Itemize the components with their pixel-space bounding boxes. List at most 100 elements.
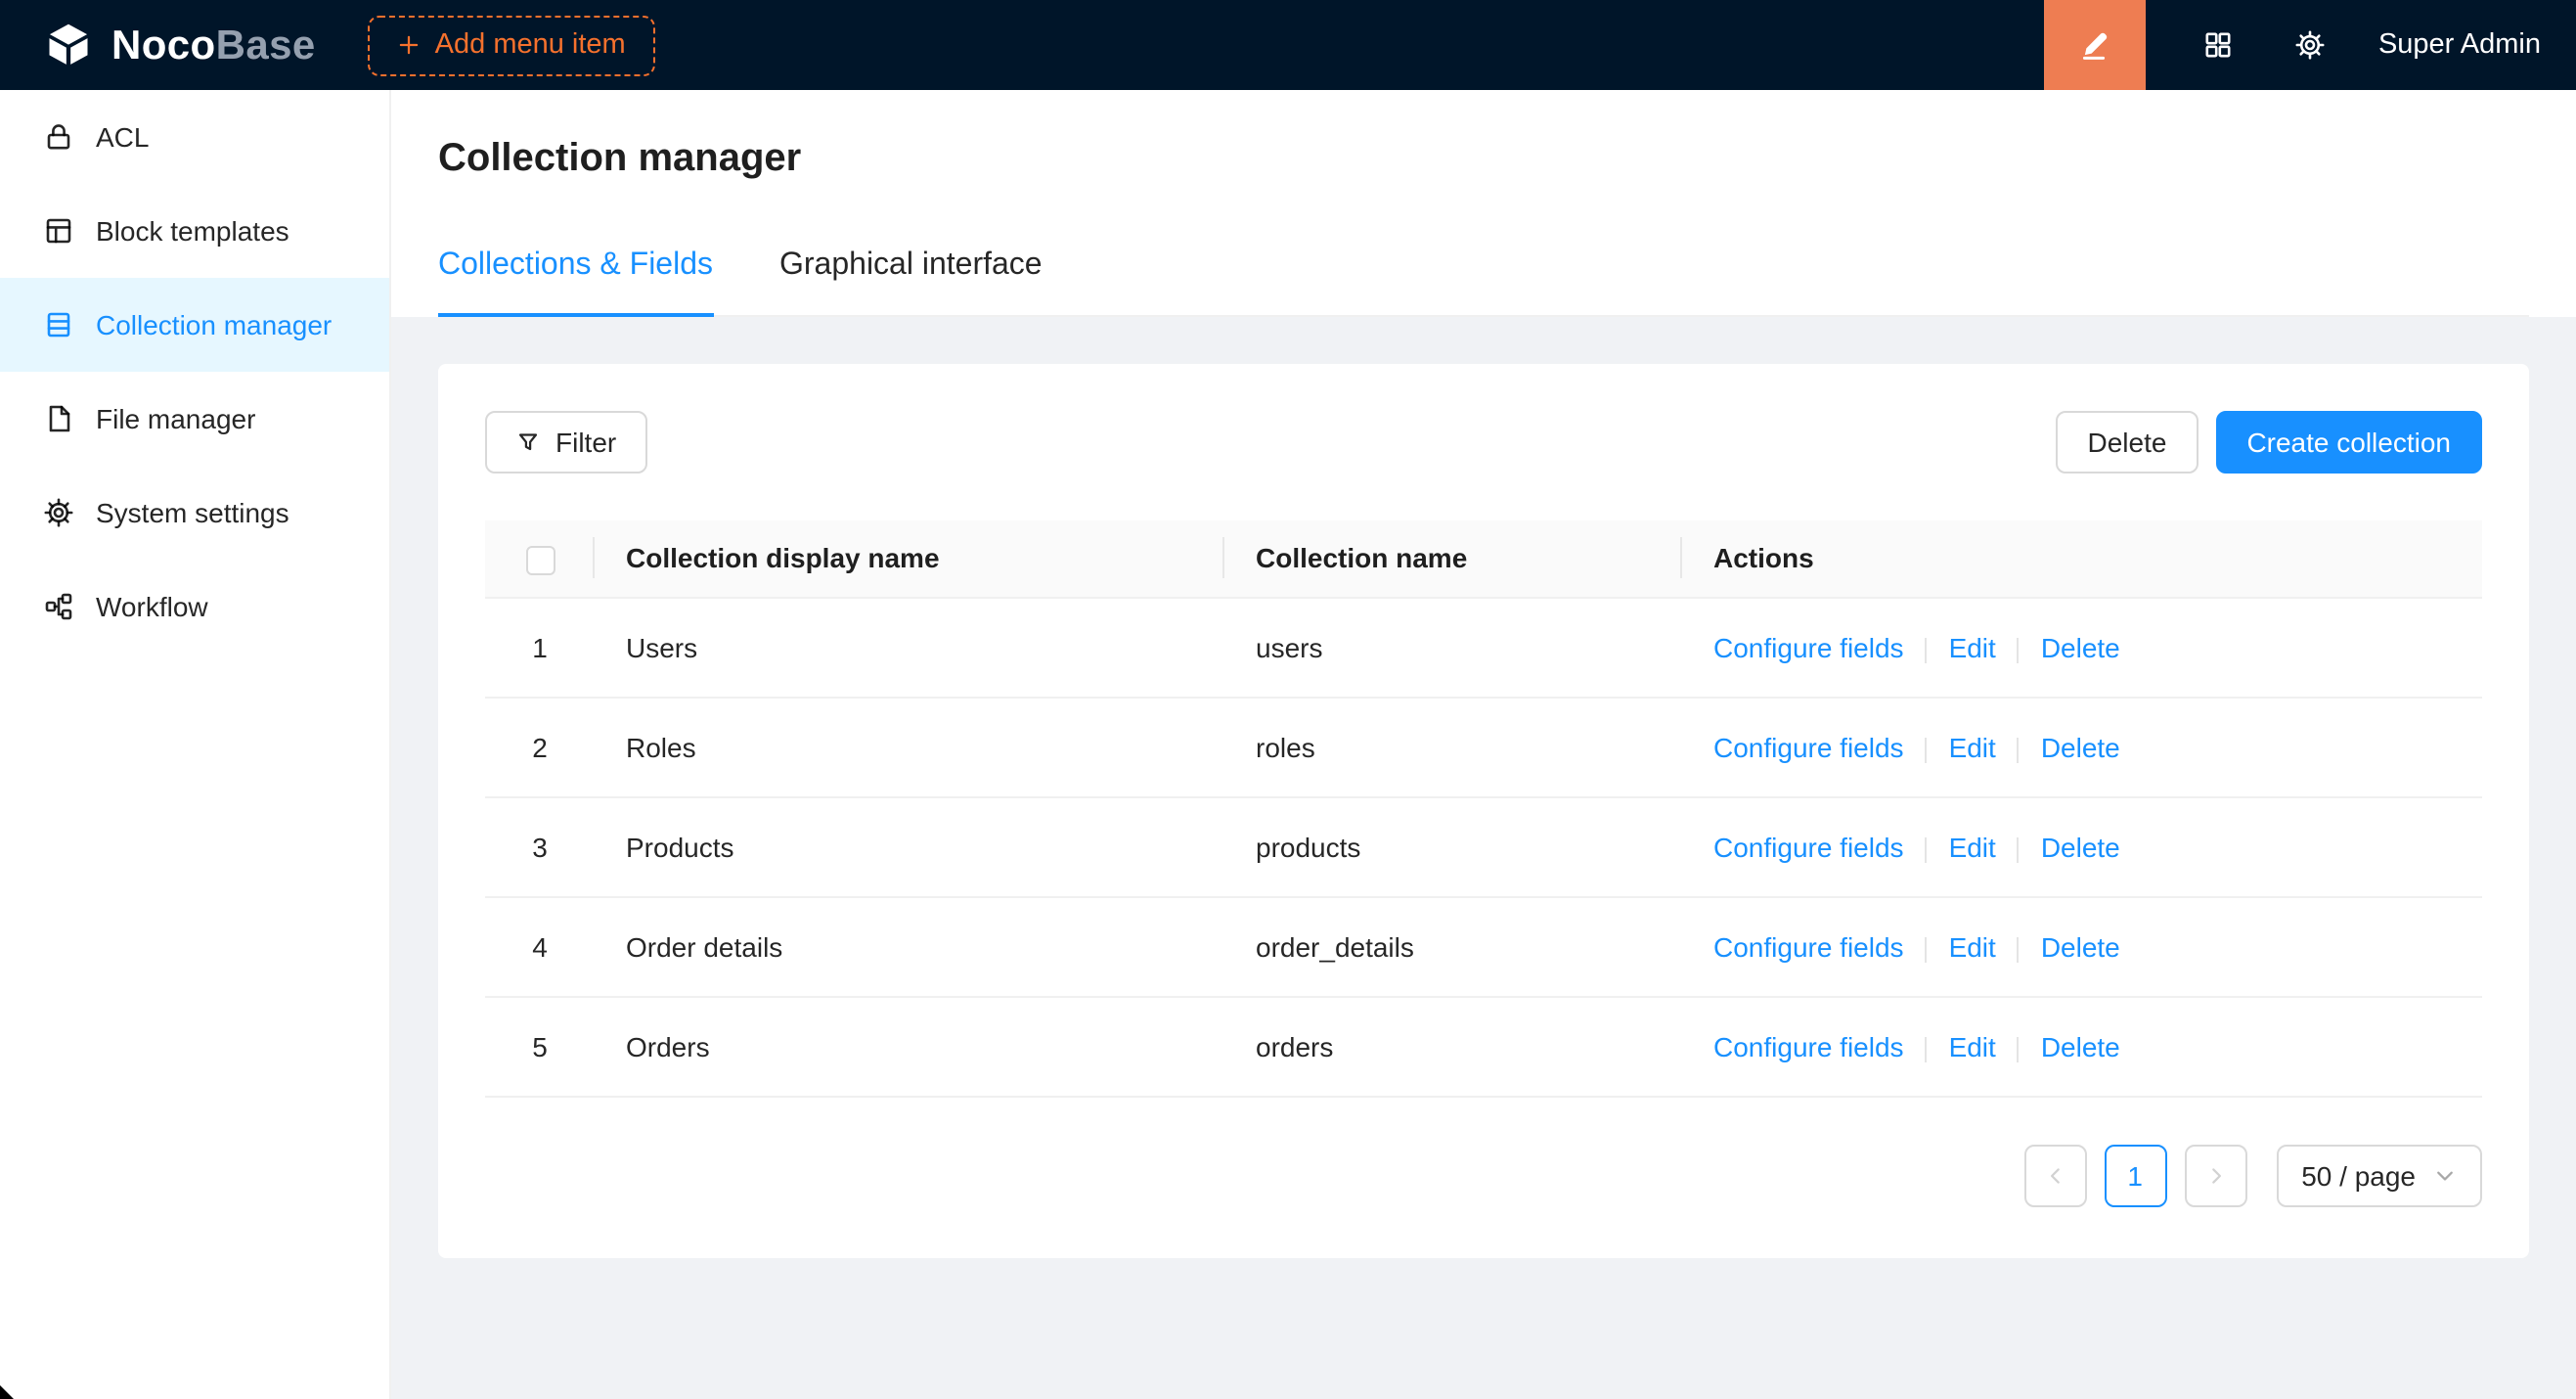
row-index: 3 <box>485 797 595 897</box>
sidebar-item-label: ACL <box>96 121 149 153</box>
highlighter-icon <box>2078 28 2111 62</box>
database-icon <box>43 309 74 340</box>
corner-artifact <box>0 1385 14 1399</box>
action-divider <box>2018 936 2020 962</box>
settings-sidebar: ACL Block templates Collection manager F… <box>0 90 391 1399</box>
edit-link[interactable]: Edit <box>1949 832 1996 863</box>
delete-link[interactable]: Delete <box>2041 1031 2120 1062</box>
sidebar-item-label: Block templates <box>96 215 289 247</box>
header-actions: Super Admin <box>2044 0 2576 90</box>
logo-text-primary: Noco <box>111 23 216 68</box>
page-title: Collection manager <box>438 90 2529 186</box>
select-all-checkbox[interactable] <box>525 546 555 575</box>
row-index: 2 <box>485 698 595 797</box>
action-divider <box>1926 936 1928 962</box>
configure-fields-link[interactable]: Configure fields <box>1713 931 1904 963</box>
delete-link[interactable]: Delete <box>2041 732 2120 763</box>
add-menu-item-label: Add menu item <box>435 29 626 61</box>
prev-page-button[interactable] <box>2023 1145 2086 1207</box>
sidebar-item-acl[interactable]: ACL <box>0 90 389 184</box>
delete-button[interactable]: Delete <box>2057 411 2198 474</box>
nocobase-logo[interactable]: NocoBase <box>43 20 316 70</box>
sidebar-item-block-templates[interactable]: Block templates <box>0 184 389 278</box>
edit-link[interactable]: Edit <box>1949 732 1996 763</box>
page-size-value: 50 / page <box>2301 1160 2416 1192</box>
action-divider <box>2018 737 2020 762</box>
next-page-button[interactable] <box>2184 1145 2246 1207</box>
sidebar-item-label: Collection manager <box>96 309 332 340</box>
cell-display-name: Roles <box>595 698 1224 797</box>
layout-icon <box>43 215 74 247</box>
nocobase-logo-icon <box>43 20 94 70</box>
delete-link[interactable]: Delete <box>2041 832 2120 863</box>
edit-link[interactable]: Edit <box>1949 632 1996 663</box>
file-icon <box>43 403 74 434</box>
table-row: 2 Roles roles Configure fields Edit Delete <box>485 698 2482 797</box>
column-header-display-name: Collection display name <box>595 520 1224 598</box>
cell-display-name: Users <box>595 598 1224 698</box>
table-header-row: Collection display name Collection name … <box>485 520 2482 598</box>
sidebar-item-label: System settings <box>96 497 289 528</box>
plugins-button[interactable] <box>2198 25 2238 65</box>
table-row: 5 Orders orders Configure fields Edit Dele… <box>485 997 2482 1097</box>
pagination: 1 50 / page <box>485 1145 2482 1207</box>
create-collection-button[interactable]: Create collection <box>2215 411 2482 474</box>
tab-bar: Collections & Fields Graphical interface <box>438 233 2529 317</box>
grid-icon <box>2202 29 2234 61</box>
table-row: 1 Users users Configure fieldsEditDelete <box>485 598 2482 698</box>
cell-name: order_details <box>1224 897 1682 997</box>
row-index: 5 <box>485 997 595 1097</box>
page-1-button[interactable]: 1 <box>2104 1145 2166 1207</box>
column-header-actions: Actions <box>1682 520 2482 598</box>
cell-display-name: Orders <box>595 997 1224 1097</box>
action-divider <box>1926 737 1928 762</box>
add-menu-item-button[interactable]: Add menu item <box>369 15 655 75</box>
page-header: Collection manager Collections & Fields … <box>391 90 2576 317</box>
action-divider <box>2018 1036 2020 1061</box>
configure-fields-link[interactable]: Configure fields <box>1713 1031 1904 1062</box>
sidebar-item-collection-manager[interactable]: Collection manager <box>0 278 389 372</box>
table-row: 4 Order details order_details Configure … <box>485 897 2482 997</box>
filter-button-label: Filter <box>555 427 616 458</box>
chevron-right-icon <box>2203 1164 2227 1188</box>
current-user-menu[interactable]: Super Admin <box>2378 29 2541 61</box>
app-window: NocoBase Add menu item <box>0 0 2576 1399</box>
cell-name: orders <box>1224 997 1682 1097</box>
tab-collections-fields[interactable]: Collections & Fields <box>438 233 713 317</box>
action-divider <box>1926 836 1928 862</box>
main-area: Collection manager Collections & Fields … <box>391 90 2576 1399</box>
configure-fields-link[interactable]: Configure fields <box>1713 732 1904 763</box>
system-settings-button[interactable] <box>2290 25 2330 65</box>
edit-link[interactable]: Edit <box>1949 1031 1996 1062</box>
card-toolbar: Filter Delete Create collection <box>485 411 2482 474</box>
workflow-icon <box>43 591 74 622</box>
action-divider <box>2018 836 2020 862</box>
gear-icon <box>2294 29 2326 61</box>
cell-name: roles <box>1224 698 1682 797</box>
sidebar-item-file-manager[interactable]: File manager <box>0 372 389 466</box>
tab-graphical-interface[interactable]: Graphical interface <box>779 233 1043 315</box>
page-size-select[interactable]: 50 / page <box>2276 1145 2482 1207</box>
collections-table: Collection display name Collection name … <box>485 520 2482 1098</box>
app-body: ACL Block templates Collection manager F… <box>0 90 2576 1399</box>
column-header-name: Collection name <box>1224 520 1682 598</box>
chevron-left-icon <box>2043 1164 2066 1188</box>
configure-fields-link[interactable]: Configure fields <box>1713 832 1904 863</box>
action-divider <box>1926 1036 1928 1061</box>
filter-icon <box>516 430 540 454</box>
delete-link[interactable]: Delete <box>2041 632 2120 663</box>
row-index: 4 <box>485 897 595 997</box>
plus-icon <box>398 33 422 57</box>
ui-editor-toggle-button[interactable] <box>2044 0 2146 90</box>
edit-link[interactable]: Edit <box>1949 931 1996 963</box>
app-header: NocoBase Add menu item <box>0 0 2576 90</box>
toolbar-right: Delete Create collection <box>2057 411 2483 474</box>
sidebar-item-system-settings[interactable]: System settings <box>0 466 389 560</box>
cell-display-name: Order details <box>595 897 1224 997</box>
sidebar-item-workflow[interactable]: Workflow <box>0 560 389 654</box>
configure-fields-link[interactable]: Configure fields <box>1713 632 1904 663</box>
sidebar-item-label: Workflow <box>96 591 208 622</box>
table-row: 3 Products products Configure fieldsEdit… <box>485 797 2482 897</box>
filter-button[interactable]: Filter <box>485 411 647 474</box>
delete-link[interactable]: Delete <box>2041 931 2120 963</box>
